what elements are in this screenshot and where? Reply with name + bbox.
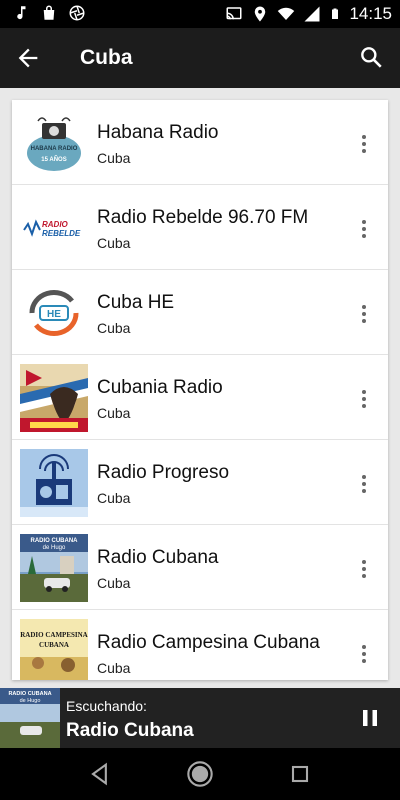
station-logo-habana-radio: HABANA RADIO 15 AÑOS [20,109,88,177]
svg-text:CUBANA: CUBANA [39,641,69,649]
station-logo-radio-rebelde: RADIO REBELDE [20,194,88,262]
more-vert-icon[interactable] [352,557,376,581]
station-name: Cubania Radio [97,377,223,398]
station-country: Cuba [97,490,131,506]
station-row-radio-campesina-cubana[interactable]: RADIO CAMPESINA CUBANA Radio Campesina C… [12,610,388,680]
status-time: 14:15 [349,4,392,23]
station-row-radio-progreso[interactable]: Radio Progreso Cuba [12,440,388,525]
page-title: Cuba [80,46,133,69]
station-name: Cuba HE [97,292,175,313]
svg-text:HABANA RADIO: HABANA RADIO [31,146,78,152]
wifi-icon [278,7,295,20]
station-country: Cuba [97,405,131,421]
system-nav-bar [0,748,400,800]
more-vert-icon[interactable] [352,642,376,666]
station-logo-radio-campesina-cubana: RADIO CAMPESINA CUBANA [20,619,88,680]
station-row-cuba-he[interactable]: HE Cuba HE Cuba [12,270,388,355]
more-vert-icon[interactable] [352,217,376,241]
svg-text:RADIO CUBANA: RADIO CUBANA [31,538,79,544]
station-list: HABANA RADIO 15 AÑOS Habana Radio Cuba R… [12,100,388,680]
now-playing-bar[interactable]: RADIO CUBANA de Hugo Escuchando: Radio C… [0,688,400,748]
station-name: Habana Radio [97,122,219,143]
station-country: Cuba [97,575,131,591]
station-country: Cuba [97,150,131,166]
app-bar: Cuba [0,28,400,88]
svg-text:de Hugo: de Hugo [43,545,66,551]
svg-text:HE: HE [47,309,61,320]
arrow-back-icon[interactable] [14,44,42,72]
cast-icon [226,7,242,20]
station-country: Cuba [97,660,131,676]
back-triangle-icon[interactable] [86,760,114,788]
recents-square-icon[interactable] [286,760,314,788]
svg-text:15 AÑOS: 15 AÑOS [41,156,66,163]
station-name: Radio Cubana [97,547,219,568]
now-playing-station: Radio Cubana [66,720,194,741]
more-vert-icon[interactable] [352,472,376,496]
station-row-cubania-radio[interactable]: Cubania Radio Cuba [12,355,388,440]
more-vert-icon[interactable] [352,132,376,156]
svg-text:RADIO CUBANA: RADIO CUBANA [8,691,51,697]
svg-text:RADIO CAMPESINA: RADIO CAMPESINA [20,631,87,639]
signal-icon [304,6,320,22]
station-name: Radio Campesina Cubana [97,632,320,653]
bag-icon [43,5,55,20]
station-country: Cuba [97,235,131,251]
station-row-radio-rebelde[interactable]: RADIO REBELDE Radio Rebelde 96.70 FM Cub… [12,185,388,270]
status-bar: 14:15 [0,0,400,28]
station-row-habana-radio[interactable]: HABANA RADIO 15 AÑOS Habana Radio Cuba [12,100,388,185]
station-logo-cuba-he: HE [20,279,88,347]
now-playing-logo: RADIO CUBANA de Hugo [0,688,60,748]
station-row-radio-cubana[interactable]: RADIO CUBANA de Hugo Radio Cubana Cuba [12,525,388,610]
station-name: Radio Progreso [97,462,230,483]
station-country: Cuba [97,320,131,336]
more-vert-icon[interactable] [352,302,376,326]
shutter-icon [69,5,85,21]
svg-text:REBELDE: REBELDE [42,229,81,238]
search-icon[interactable] [358,44,384,70]
svg-text:de Hugo: de Hugo [20,698,41,704]
location-icon [255,6,266,22]
pause-icon[interactable] [358,706,382,730]
station-logo-radio-progreso [20,449,88,517]
svg-text:RADIO: RADIO [42,220,69,229]
now-playing-label: Escuchando: [66,698,147,714]
home-circle-icon[interactable] [186,760,214,788]
station-name: Radio Rebelde 96.70 FM [97,207,309,228]
station-logo-radio-cubana: RADIO CUBANA de Hugo [20,534,88,602]
more-vert-icon[interactable] [352,387,376,411]
battery-icon [332,8,339,19]
station-logo-cubania-radio [20,364,88,432]
music-note-icon [17,6,26,20]
